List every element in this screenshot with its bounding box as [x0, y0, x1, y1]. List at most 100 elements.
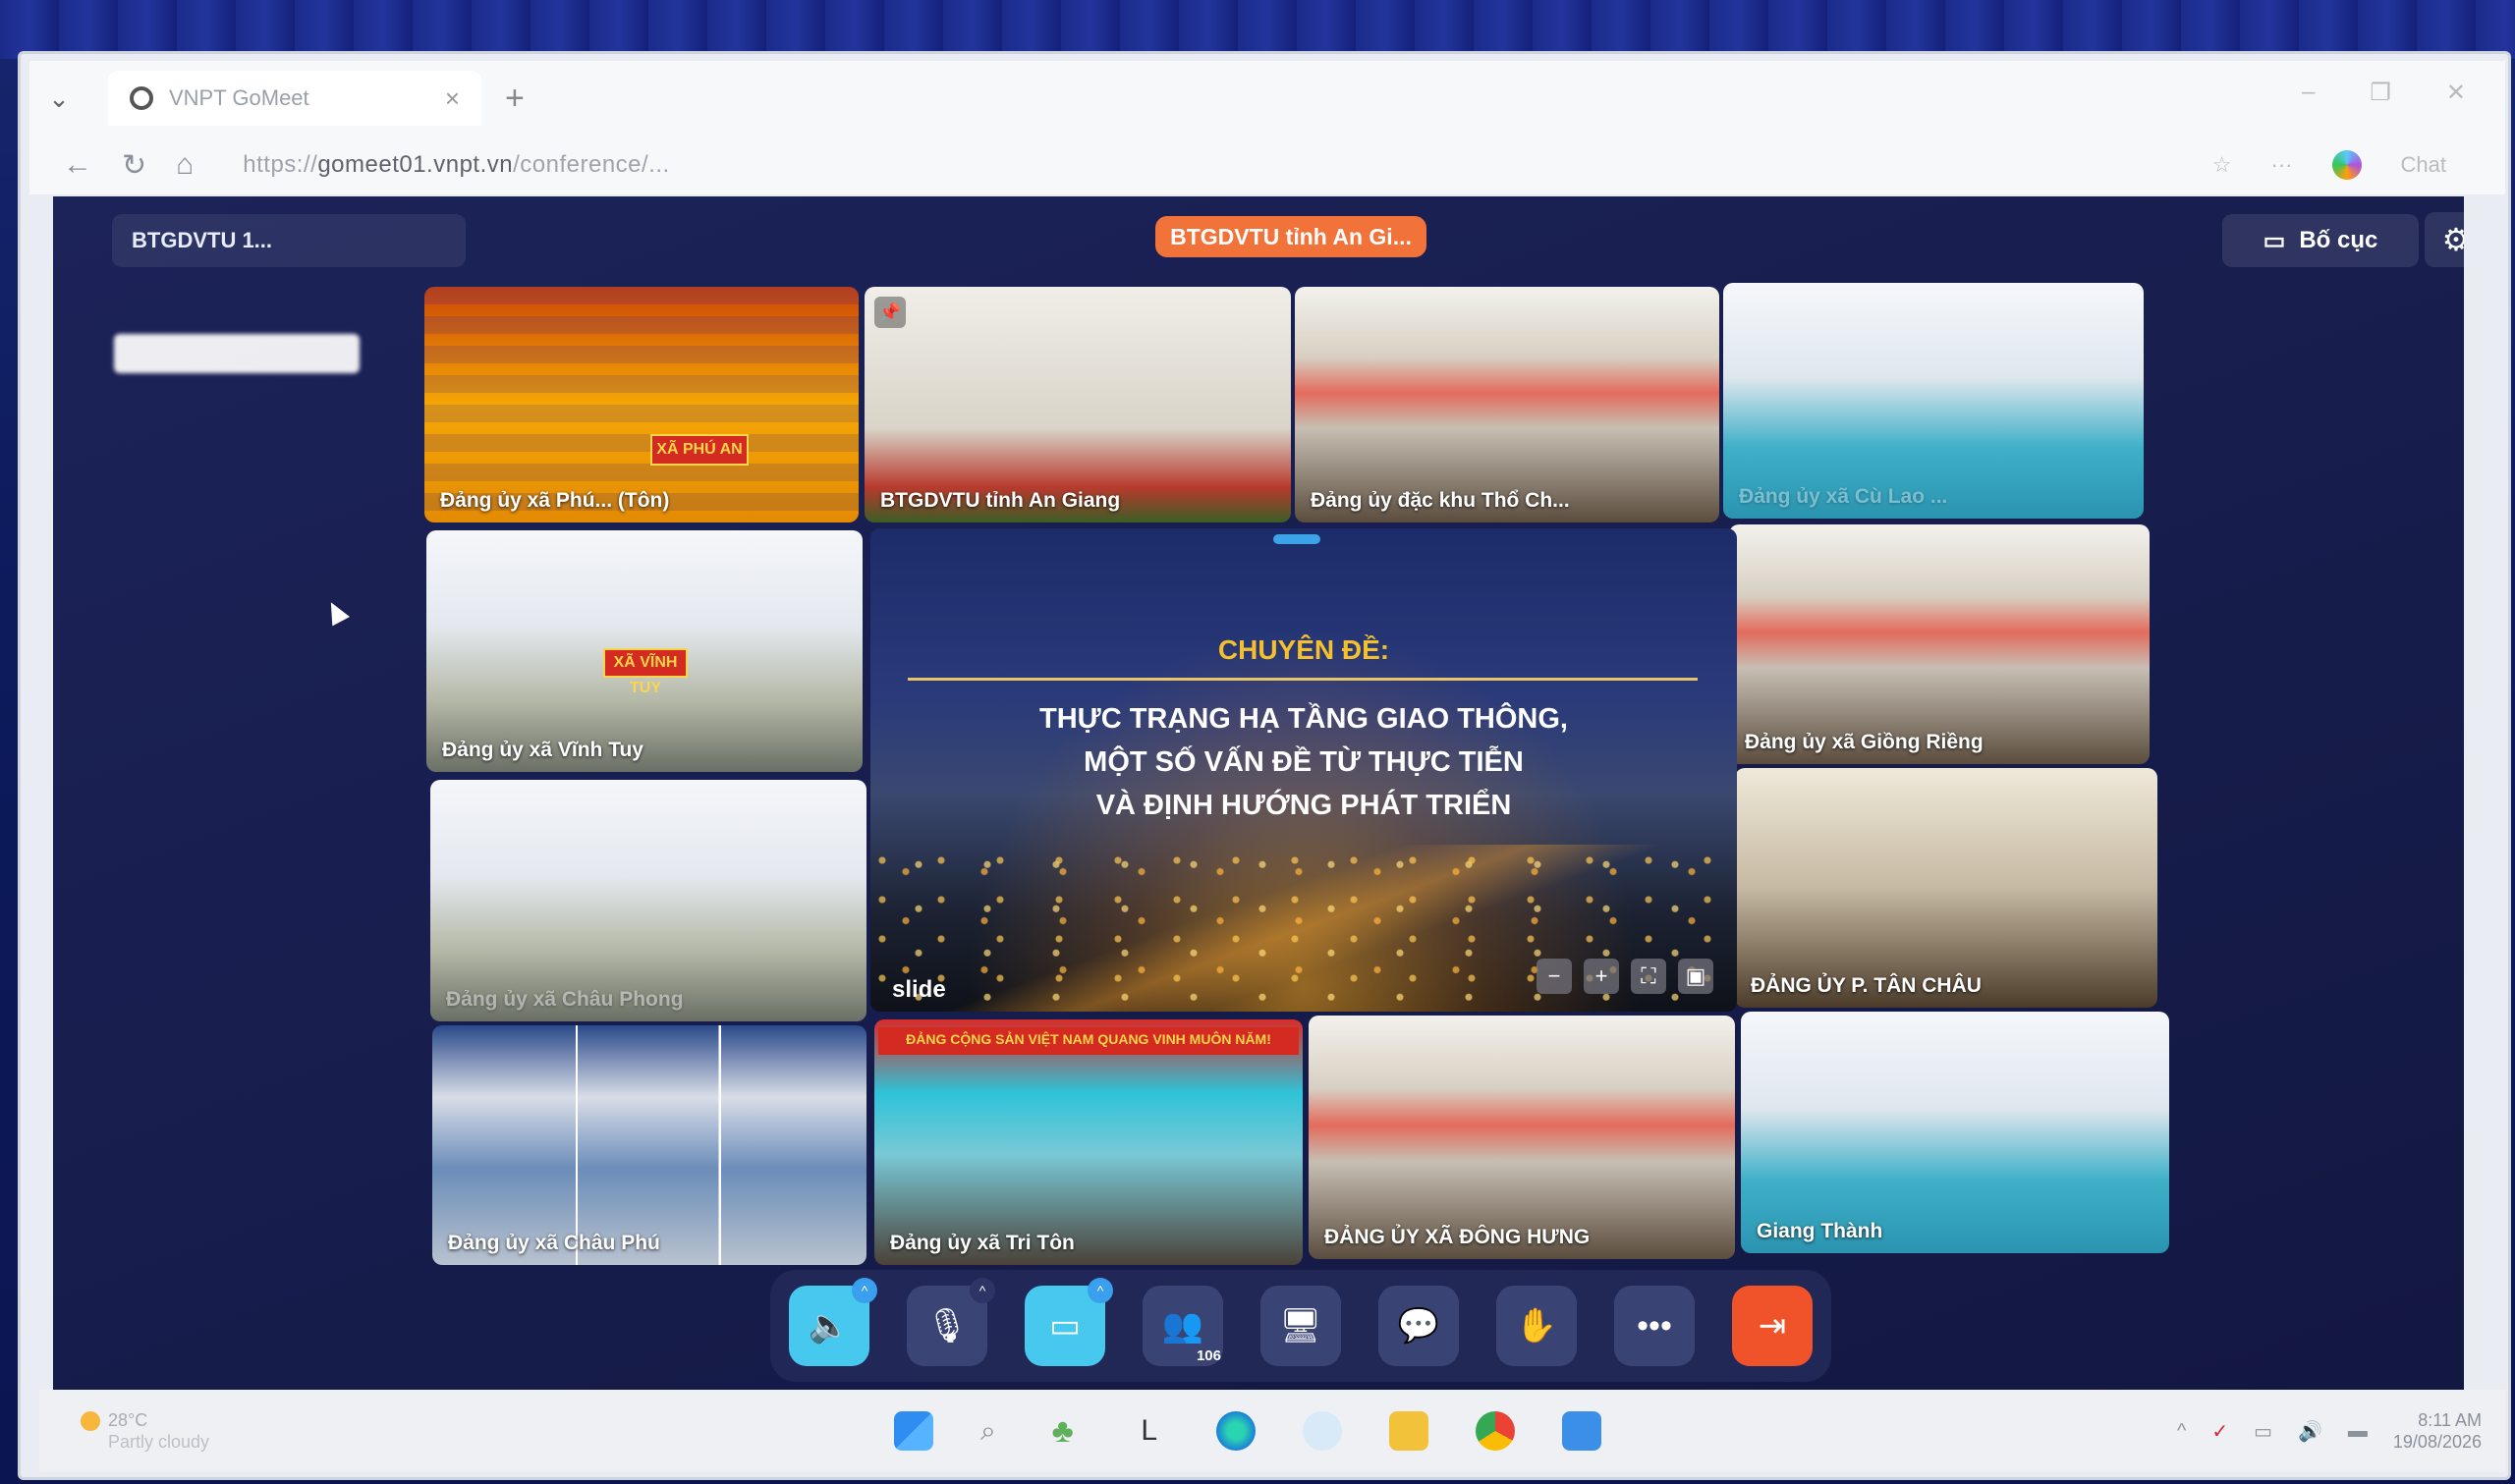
weather-widget[interactable]: 28°C Partly cloudy [81, 1409, 209, 1453]
zoom-out-icon[interactable]: − [1537, 959, 1572, 994]
video-tile[interactable]: Đảng ủy xã Châu Phú [432, 1025, 866, 1265]
terminal-app-icon[interactable]: L [1130, 1411, 1169, 1451]
volume-icon[interactable]: 🔊 [2298, 1419, 2322, 1444]
tab-title: VNPT GoMeet [169, 85, 309, 110]
layout-icon: ▭ [2263, 227, 2286, 254]
slide-label: slide [892, 976, 946, 1003]
show-hidden-icons-chevron-icon[interactable]: ^ [2177, 1420, 2186, 1443]
copilot-icon[interactable] [2331, 150, 2362, 180]
video-tile[interactable]: ĐẢNG CỘNG SẢN VIỆT NAM QUANG VINH MUÔN N… [874, 1019, 1303, 1265]
leave-meeting-button[interactable]: ⇥ [1732, 1286, 1813, 1366]
speaker-button[interactable]: 🔈 ^ [789, 1278, 877, 1366]
mic-options-chevron-icon[interactable]: ^ [970, 1278, 995, 1303]
url-path: /conference/... [513, 151, 670, 178]
url-field[interactable]: https://gomeet01.vnpt.vn/conference/... [243, 151, 669, 179]
video-tile[interactable]: Đảng ủy xã Giồng Riềng [1729, 524, 2150, 764]
shared-slide[interactable]: CHUYÊN ĐỀ: THỰC TRẠNG HẠ TẦNG GIAO THÔNG… [870, 528, 1737, 1012]
record-favicon-icon [130, 86, 153, 110]
participant-name: Đảng ủy xã Tri Tôn [890, 1232, 1075, 1254]
more-icon[interactable]: ··· [2271, 152, 2293, 178]
exit-icon: ⇥ [1758, 1307, 1787, 1345]
participant-name: Đảng ủy xã Giồng Riềng [1745, 731, 1984, 753]
meeting-area: BTGDVTU 1... BTGDVTU tỉnh An Gi... ▭ Bố … [53, 196, 2464, 1390]
share-screen-button[interactable]: 🖥 [1260, 1286, 1341, 1366]
slide-topic-line-2: MỘT SỐ VẤN ĐỀ TỪ THỰC TIỄN [1084, 746, 1524, 778]
tab-close-icon[interactable]: × [445, 83, 460, 114]
slide-topic-line-1: THỰC TRẠNG HẠ TẦNG GIAO THÔNG, [1039, 703, 1568, 735]
speaker-icon: 🔈 [808, 1307, 851, 1345]
minimize-icon[interactable]: – [2302, 79, 2315, 107]
fullscreen-icon[interactable]: ⛶ [1631, 959, 1666, 994]
temperature: 28°C [108, 1409, 148, 1430]
settings-gear-icon[interactable]: ⚙ [2425, 212, 2464, 267]
tree-app-icon[interactable]: ♣ [1043, 1411, 1083, 1451]
file-explorer-icon[interactable] [1388, 1411, 1428, 1451]
layout-button[interactable]: ▭ Bố cục [2222, 214, 2419, 267]
video-tile[interactable]: Đảng ủy đặc khu Thổ Ch... [1295, 287, 1719, 522]
chrome-browser-icon[interactable] [1475, 1411, 1515, 1451]
layout-label: Bố cục [2299, 227, 2378, 253]
tray-app-icon[interactable]: ✓ [2211, 1419, 2228, 1444]
video-tile[interactable]: ĐẢNG ỦY P. TÂN CHÂU [1735, 768, 2157, 1008]
room-banner: XÃ PHÚ AN [650, 434, 749, 466]
participants-button[interactable]: 👥 106 [1143, 1286, 1223, 1366]
participants-icon: 👥 [1161, 1307, 1204, 1345]
video-tile[interactable]: ĐẢNG ỦY XÃ ĐÔNG HƯNG [1309, 1016, 1735, 1259]
more-options-button[interactable]: ••• [1614, 1286, 1695, 1366]
microphone-button[interactable]: 🎙 ^ [907, 1278, 995, 1366]
reload-icon[interactable]: ↻ [122, 148, 146, 183]
browser-tab[interactable]: VNPT GoMeet × [108, 71, 481, 126]
os-taskbar: 28°C Partly cloudy ⌕ ♣ L ^ ✓ ▭ 🔊 ▬ 8:11 … [39, 1390, 2505, 1472]
participant-name: Đảng ủy xã Phú... (Tôn) [440, 489, 670, 512]
home-icon[interactable]: ⌂ [176, 148, 194, 182]
clock-date: 19/08/2026 [2392, 1432, 2482, 1452]
browser-tab-bar: ⌄ VNPT GoMeet × + – ❐ ✕ [29, 61, 2505, 136]
pin-icon[interactable]: 📌 [874, 297, 906, 328]
participants-count: 106 [1196, 1347, 1221, 1364]
maximize-icon[interactable]: ❐ [2370, 79, 2391, 107]
video-tile[interactable]: Giang Thành [1741, 1012, 2169, 1253]
chat-button[interactable]: 💬 [1378, 1286, 1459, 1366]
address-bar-actions: ☆ ··· Chat [2212, 150, 2446, 180]
mic-off-icon: 🎙 [925, 1307, 969, 1345]
participant-name: Đảng ủy xã Cù Lao ... [1739, 485, 1948, 508]
zoom-in-icon[interactable]: + [1584, 959, 1619, 994]
edge-browser-icon[interactable] [1215, 1411, 1256, 1451]
search-icon[interactable]: ⌕ [980, 1415, 996, 1448]
meeting-title[interactable]: BTGDVTU 1... [112, 214, 466, 267]
window-controls: – ❐ ✕ [2302, 79, 2466, 107]
chat-label[interactable]: Chat [2401, 152, 2446, 178]
participant-name: BTGDVTU tỉnh An Giang [880, 489, 1121, 512]
back-icon[interactable]: ← [63, 148, 92, 182]
video-tile-speaker[interactable]: 📌 BTGDVTU tỉnh An Giang [865, 287, 1291, 522]
redacted-bar [114, 334, 360, 373]
camera-options-chevron-icon[interactable]: ^ [1088, 1278, 1113, 1303]
video-tile[interactable]: XÃ VĨNH TUY Đảng ủy xã Vĩnh Tuy [426, 530, 863, 772]
store-app-icon[interactable] [1561, 1411, 1601, 1451]
close-window-icon[interactable]: ✕ [2446, 79, 2466, 107]
share-screen-icon: 🖥 [1279, 1307, 1322, 1345]
slide-drag-handle[interactable] [1273, 534, 1320, 544]
meeting-toolbar: 🔈 ^ 🎙 ^ ▭ ^ 👥 106 🖥 💬 ✋ ••• ⇥ [770, 1270, 1831, 1382]
pip-icon[interactable]: ▣ [1678, 959, 1713, 994]
video-tile[interactable]: XÃ PHÚ AN Đảng ủy xã Phú... (Tôn) [424, 287, 859, 522]
favorite-icon[interactable]: ☆ [2212, 152, 2232, 178]
raise-hand-button[interactable]: ✋ [1496, 1286, 1577, 1366]
clock-time: 8:11 AM [2418, 1410, 2482, 1430]
more-icon: ••• [1637, 1306, 1672, 1345]
tab-list-chevron-icon[interactable]: ⌄ [29, 83, 88, 114]
camera-button[interactable]: ▭ ^ [1025, 1278, 1113, 1366]
battery-icon[interactable]: ▬ [2348, 1420, 2368, 1443]
participant-name: ĐẢNG ỦY XÃ ĐÔNG HƯNG [1324, 1226, 1591, 1248]
network-icon[interactable]: ▭ [2254, 1419, 2272, 1444]
video-tile[interactable]: Đảng ủy xã Châu Phong [430, 780, 866, 1021]
speaker-options-chevron-icon[interactable]: ^ [852, 1278, 877, 1303]
taskbar-apps: ⌕ ♣ L [894, 1411, 1601, 1451]
new-tab-icon[interactable]: + [505, 80, 525, 118]
clock[interactable]: 8:11 AM 19/08/2026 [2393, 1409, 2482, 1453]
video-tile[interactable]: Đảng ủy xã Cù Lao ... [1723, 283, 2144, 519]
copilot-app-icon[interactable] [1302, 1411, 1342, 1451]
active-speaker-badge[interactable]: BTGDVTU tỉnh An Gi... [1155, 216, 1426, 257]
windows-start-icon[interactable] [894, 1411, 933, 1451]
participant-name: Đảng ủy đặc khu Thổ Ch... [1311, 489, 1570, 512]
